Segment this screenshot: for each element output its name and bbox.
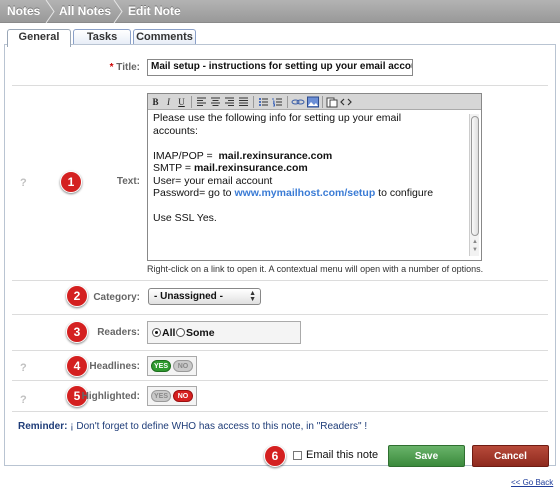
paste-icon[interactable] (326, 96, 338, 108)
highlighted-yes[interactable]: YES (151, 390, 171, 402)
breadcrumb-separator-icon (45, 0, 55, 23)
imap-value: mail.rexinsurance.com (218, 149, 333, 162)
password-tail: to configure (378, 187, 434, 199)
breadcrumb-all-notes[interactable]: All Notes (59, 0, 111, 23)
highlighted-no[interactable]: NO (173, 390, 193, 402)
editor-line-smtp: SMTP = mail.rexinsurance.com (153, 162, 471, 175)
help-icon[interactable]: ? (20, 394, 28, 406)
title-label: * Title: (60, 62, 140, 73)
align-left-icon[interactable] (196, 96, 207, 108)
image-icon[interactable] (307, 96, 319, 108)
tab-general[interactable]: General (7, 29, 71, 47)
readers-some-radio[interactable] (176, 328, 185, 337)
toolbar-separator (191, 96, 192, 108)
editor-hint: Right-click on a link to open it. A cont… (147, 264, 484, 274)
align-justify-icon[interactable] (238, 96, 249, 108)
row-divider (12, 280, 548, 281)
cancel-button[interactable]: Cancel (472, 445, 549, 467)
row-divider (12, 314, 548, 315)
numbered-list-icon[interactable] (272, 96, 283, 108)
toolbar-separator (253, 96, 254, 108)
link-icon[interactable] (291, 96, 305, 108)
headlines-yes[interactable]: YES (151, 360, 171, 372)
bold-button[interactable]: B (150, 96, 161, 108)
tab-bar: General Tasks Comments (0, 23, 560, 47)
readers-all-radio[interactable] (152, 328, 161, 337)
highlighted-toggle[interactable]: YES NO (147, 386, 197, 406)
headlines-toggle[interactable]: YES NO (147, 356, 197, 376)
breadcrumb-notes[interactable]: Notes (7, 0, 40, 23)
row-divider (12, 350, 548, 351)
required-mark: * (109, 62, 114, 73)
readers-label: Readers: (97, 327, 140, 338)
align-center-icon[interactable] (210, 96, 221, 108)
readers-all-label[interactable]: All (162, 327, 175, 339)
breadcrumb-separator-icon (113, 0, 123, 23)
code-view-icon[interactable] (340, 96, 352, 108)
category-label: Category: (93, 292, 140, 303)
scroll-up-icon[interactable]: ▲ (471, 239, 479, 246)
help-icon[interactable]: ? (20, 362, 28, 374)
save-button[interactable]: Save (388, 445, 465, 467)
headlines-no[interactable]: NO (173, 360, 193, 372)
bullet-list-icon[interactable] (258, 96, 269, 108)
toolbar-separator (322, 96, 323, 108)
title-label-text: Title: (116, 62, 140, 73)
imap-label: IMAP/POP = (153, 149, 213, 162)
readers-some-label[interactable]: Some (186, 327, 215, 339)
editor-scrollbar[interactable]: ▲ ▼ (469, 114, 479, 256)
category-selected-value: - Unassigned - (154, 291, 223, 302)
italic-button[interactable]: I (163, 96, 174, 108)
scroll-down-icon[interactable]: ▼ (471, 247, 479, 254)
editor-line-imap: IMAP/POP = mail.rexinsurance.com (153, 150, 471, 163)
rich-text-editor[interactable]: B I U Please use the following info for … (147, 93, 482, 261)
row-divider (12, 411, 548, 412)
readers-radio-group: All Some (147, 321, 301, 344)
callout-badge-1: 1 (60, 171, 82, 193)
underline-button[interactable]: U (176, 96, 187, 108)
title-input[interactable]: Mail setup - instructions for setting up… (147, 59, 413, 76)
select-arrows-icon: ▲ ▼ (249, 290, 256, 303)
row-divider (12, 380, 548, 381)
setup-link[interactable]: www.mymailhost.com/setup (234, 187, 375, 199)
breadcrumb: Notes All Notes Edit Note (0, 0, 560, 23)
help-icon[interactable]: ? (20, 177, 28, 189)
email-note-checkbox[interactable] (293, 451, 302, 460)
callout-badge-6: 6 (264, 445, 286, 467)
row-divider (12, 85, 548, 86)
editor-toolbar: B I U (148, 94, 481, 110)
editor-content[interactable]: Please use the following info for settin… (153, 112, 471, 258)
highlighted-label: Highlighted: (81, 391, 140, 402)
toolbar-separator (287, 96, 288, 108)
go-back-link[interactable]: << Go Back (511, 478, 553, 487)
smtp-label: SMTP = (153, 162, 192, 174)
password-label: Password= go to (153, 187, 232, 199)
scrollbar-thumb[interactable] (471, 116, 479, 236)
editor-line: Use SSL Yes. (153, 212, 217, 224)
editor-blank-line (153, 200, 471, 213)
editor-line: accounts: (153, 124, 198, 137)
reminder-text: ¡ Don't forget to define WHO has access … (70, 421, 368, 432)
align-right-icon[interactable] (224, 96, 235, 108)
headlines-label: Headlines: (89, 361, 140, 372)
editor-line-password: Password= go to www.mymailhost.com/setup… (153, 187, 471, 200)
editor-line: Please use the following info for settin… (153, 112, 402, 124)
editor-blank-line (153, 137, 471, 150)
reminder-note: Reminder: ¡ Don't forget to define WHO h… (18, 421, 367, 432)
category-select[interactable]: - Unassigned - ▲ ▼ (148, 288, 261, 305)
breadcrumb-edit-note: Edit Note (128, 4, 181, 18)
smtp-value: mail.rexinsurance.com (193, 162, 308, 174)
reminder-label: Reminder: (18, 421, 68, 432)
editor-line: User= your email account (153, 174, 273, 187)
email-note-label[interactable]: Email this note (306, 449, 378, 461)
text-label: Text: (116, 176, 140, 187)
